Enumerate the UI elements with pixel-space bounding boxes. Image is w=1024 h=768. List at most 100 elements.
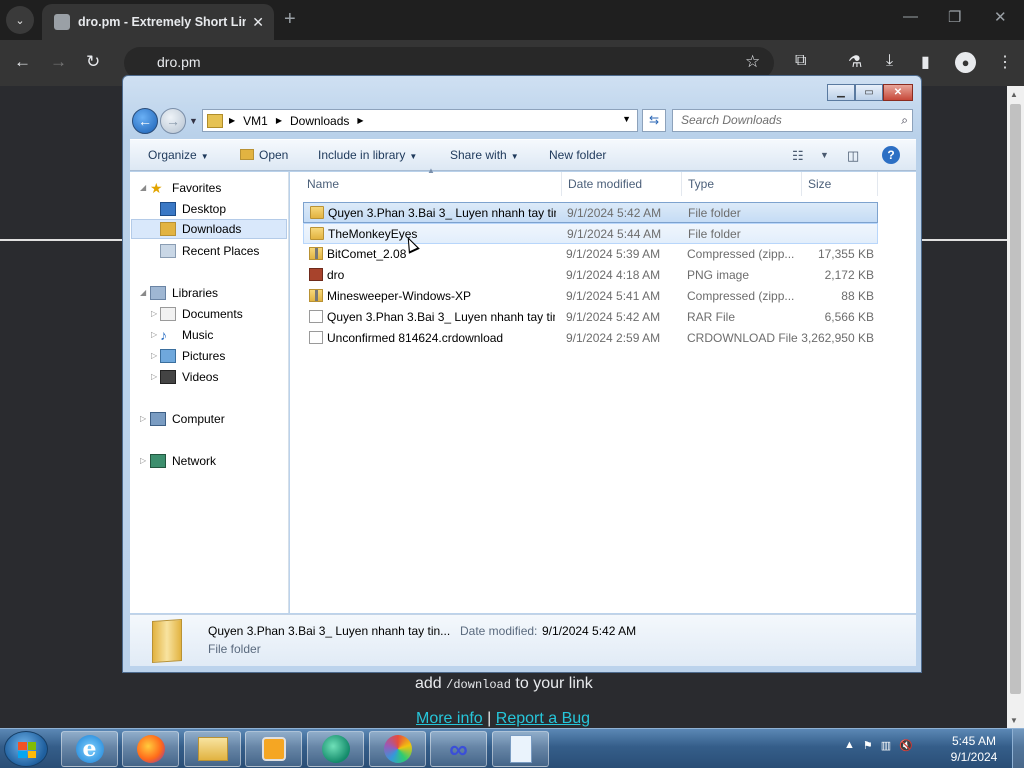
file-row[interactable]: TheMonkeyEyes 9/1/2024 5:44 AM File fold… <box>303 223 878 244</box>
tab-close-icon[interactable]: ✕ <box>252 14 264 31</box>
system-clock[interactable]: 5:45 AM 9/1/2024 <box>944 733 1004 765</box>
file-row[interactable]: Quyen 3.Phan 3.Bai 3_ Luyen nhanh tay ti… <box>303 307 878 328</box>
forward-button[interactable]: → <box>50 52 67 72</box>
change-view-icon[interactable]: ☷ <box>792 148 804 164</box>
taskbar-infinity-app[interactable]: ∞ <box>430 731 487 767</box>
browser-close-button[interactable]: ✕ <box>994 8 1007 26</box>
bookmark-star-icon[interactable]: ☆ <box>745 52 760 72</box>
taskbar-paint[interactable] <box>369 731 426 767</box>
taskbar-green-app[interactable] <box>307 731 364 767</box>
network-tray-icon[interactable]: ▥ <box>881 739 891 752</box>
nav-libraries[interactable]: Libraries <box>150 283 218 303</box>
taskbar-file-explorer[interactable] <box>184 731 241 767</box>
collapse-arrow-icon[interactable]: ▷ <box>151 351 157 360</box>
column-header-type[interactable]: Type <box>682 172 802 196</box>
explorer-forward-button[interactable]: → <box>160 108 186 134</box>
breadcrumb-separator-icon[interactable]: ▶ <box>357 116 363 125</box>
expand-arrow-icon[interactable]: ◢ <box>140 288 146 297</box>
file-row[interactable]: Quyen 3.Phan 3.Bai 3_ Luyen nhanh tay ti… <box>303 202 878 223</box>
organize-button[interactable]: Organize ▼ <box>148 148 209 162</box>
file-row[interactable]: Unconfirmed 814624.crdownload 9/1/2024 2… <box>303 328 878 349</box>
firefox-icon <box>136 735 165 763</box>
include-in-library-button[interactable]: Include in library ▼ <box>318 148 417 162</box>
labs-flask-icon[interactable]: ⚗ <box>848 52 862 72</box>
explorer-back-button[interactable]: ← <box>132 108 158 134</box>
reload-button[interactable]: ↻ <box>86 52 100 72</box>
view-dropdown-icon[interactable]: ▼ <box>820 150 829 160</box>
nav-videos[interactable]: Videos <box>160 367 218 387</box>
column-header-name[interactable]: Name <box>301 172 562 196</box>
chevron-down-icon: ▼ <box>409 152 418 161</box>
column-header-date-modified[interactable]: Date modified <box>562 172 682 196</box>
breadcrumb-separator-icon[interactable]: ▶ <box>276 116 282 125</box>
command-bar: Organize ▼ Open Include in library ▼ Share… <box>130 139 916 171</box>
explorer-maximize-button[interactable]: ▭ <box>855 84 883 101</box>
explorer-close-button[interactable]: ✕ <box>883 84 913 101</box>
breadcrumb-downloads[interactable]: Downloads <box>290 114 349 128</box>
breadcrumb-separator-icon[interactable]: ▶ <box>229 116 235 125</box>
search-input[interactable]: Search Downloads ⌕ <box>672 109 913 132</box>
column-header-size[interactable]: Size <box>802 172 878 196</box>
nav-computer[interactable]: Computer <box>150 409 225 429</box>
system-tray: ▲ ⚑ ▥ 🔇 <box>844 739 913 752</box>
history-dropdown-icon[interactable]: ▼ <box>189 116 198 126</box>
taskbar-firefox[interactable] <box>122 731 179 767</box>
file-row[interactable]: dro 9/1/2024 4:18 AM PNG image 2,172 KB <box>303 265 878 286</box>
new-folder-button[interactable]: New folder <box>549 148 606 162</box>
browser-tab-bar: ⌄ dro.pm - Extremely Short Links ✕ + — ❐… <box>0 0 1024 40</box>
action-center-flag-icon[interactable]: ⚑ <box>863 739 873 752</box>
menu-kebab-icon[interactable]: ⋮ <box>997 52 1013 72</box>
chevron-down-icon: ▼ <box>510 152 519 161</box>
nav-recent-places[interactable]: Recent Places <box>160 241 259 261</box>
help-icon[interactable]: ? <box>882 146 900 164</box>
collapse-arrow-icon[interactable]: ▷ <box>151 330 157 339</box>
share-with-button[interactable]: Share with ▼ <box>450 148 519 162</box>
explorer-address-bar[interactable]: ▶ VM1 ▶ Downloads ▶ ▼ <box>202 109 638 132</box>
tab-title: dro.pm - Extremely Short Links <box>78 15 247 29</box>
file-row[interactable]: BitComet_2.08 9/1/2024 5:39 AM Compresse… <box>303 244 878 265</box>
more-info-link[interactable]: More info <box>416 710 483 727</box>
nav-network[interactable]: Network <box>150 451 216 471</box>
preview-pane-icon[interactable]: ◫ <box>847 148 859 164</box>
volume-muted-icon[interactable]: 🔇 <box>899 739 913 752</box>
address-bar-url[interactable]: dro.pm <box>157 54 201 70</box>
taskbar-notepad[interactable] <box>492 731 549 767</box>
report-bug-link[interactable]: Report a Bug <box>496 710 590 727</box>
breadcrumb-vm1[interactable]: VM1 <box>243 114 268 128</box>
collapse-arrow-icon[interactable]: ▷ <box>151 372 157 381</box>
scroll-up-icon[interactable]: ▲ <box>1010 90 1018 99</box>
explorer-minimize-button[interactable]: ▁ <box>827 84 855 101</box>
search-icon[interactable]: ⌕ <box>901 110 908 131</box>
nav-documents[interactable]: Documents <box>160 304 243 324</box>
refresh-button[interactable]: ⇆ <box>642 109 666 132</box>
back-button[interactable]: ← <box>14 52 31 72</box>
taskbar-internet-explorer[interactable]: e <box>61 731 118 767</box>
nav-music[interactable]: ♪ Music <box>160 325 213 345</box>
show-desktop-button[interactable] <box>1012 729 1024 768</box>
taskbar-media-player[interactable] <box>245 731 302 767</box>
collapse-arrow-icon[interactable]: ▷ <box>140 414 146 423</box>
expand-arrow-icon[interactable]: ◢ <box>140 183 146 192</box>
browser-minimize-button[interactable]: — <box>903 8 918 25</box>
show-hidden-icons-icon[interactable]: ▲ <box>844 739 855 752</box>
nav-pictures[interactable]: Pictures <box>160 346 225 366</box>
side-panel-icon[interactable]: ▮ <box>921 52 930 72</box>
download-icon[interactable]: ⤓ <box>886 52 893 70</box>
collapse-arrow-icon[interactable]: ▷ <box>151 309 157 318</box>
profile-avatar-icon[interactable]: ● <box>955 52 976 73</box>
address-dropdown-icon[interactable]: ▼ <box>622 114 631 124</box>
tab-search-button[interactable]: ⌄ <box>6 6 34 34</box>
scroll-down-icon[interactable]: ▼ <box>1010 716 1018 725</box>
extensions-icon[interactable]: ⧉ <box>795 52 806 70</box>
page-scrollbar-thumb[interactable] <box>1010 104 1021 694</box>
browser-maximize-button[interactable]: ❐ <box>948 8 961 26</box>
collapse-arrow-icon[interactable]: ▷ <box>140 456 146 465</box>
nav-desktop[interactable]: Desktop <box>160 199 226 219</box>
nav-favorites[interactable]: ★ Favorites <box>150 178 221 198</box>
browser-tab[interactable]: dro.pm - Extremely Short Links ✕ <box>42 4 274 40</box>
start-button[interactable] <box>4 731 48 767</box>
new-tab-button[interactable]: + <box>284 8 296 31</box>
file-row[interactable]: Minesweeper-Windows-XP 9/1/2024 5:41 AM … <box>303 286 878 307</box>
open-button[interactable]: Open <box>240 148 288 162</box>
nav-downloads[interactable]: Downloads <box>131 219 287 239</box>
